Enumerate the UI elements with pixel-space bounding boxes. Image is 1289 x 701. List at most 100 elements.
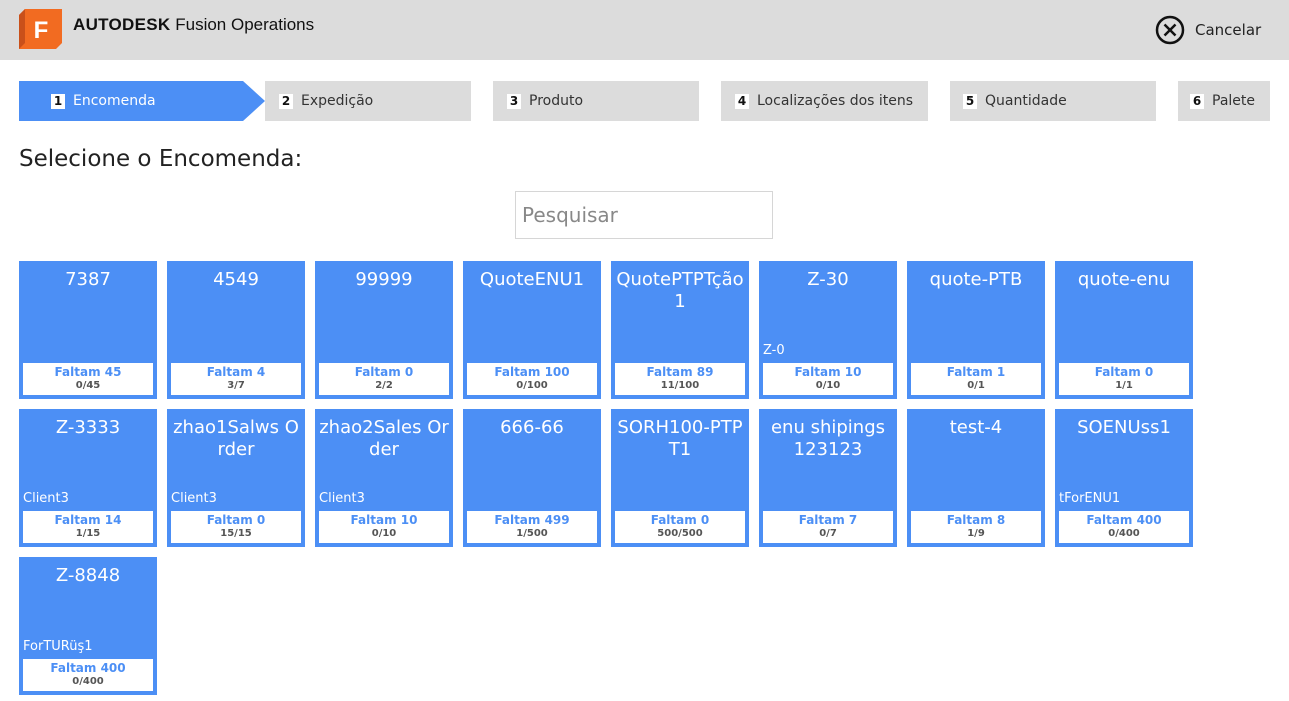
step-number: 1 [51, 93, 65, 109]
order-progress-box: Faltam 10 0/10 [319, 511, 449, 543]
order-count: 11/100 [660, 380, 700, 391]
order-progress-box: Faltam 499 1/500 [467, 511, 597, 543]
order-progress-box: Faltam 14 1/15 [23, 511, 153, 543]
order-tile[interactable]: 4549 Faltam 4 3/7 [167, 261, 305, 399]
order-tile[interactable]: quote-PTB Faltam 1 0/1 [907, 261, 1045, 399]
order-count: 1/9 [967, 528, 985, 539]
search-input[interactable] [515, 191, 773, 239]
order-progress-box: Faltam 10 0/10 [763, 363, 893, 395]
order-tile[interactable]: zhao2Sales Order Client3 Faltam 10 0/10 [315, 409, 453, 547]
order-remaining: Faltam 8 [946, 513, 1006, 527]
order-progress-box: Faltam 7 0/7 [763, 511, 893, 543]
step-label: Encomenda [73, 93, 156, 109]
order-tile[interactable]: 99999 Faltam 0 2/2 [315, 261, 453, 399]
order-name: 99999 [355, 269, 413, 290]
order-client: Z-0 [763, 343, 785, 358]
cancel-button[interactable]: Cancelar [1155, 15, 1261, 45]
step-arrow [243, 81, 265, 121]
order-remaining: Faltam 89 [646, 365, 714, 379]
order-progress-box: Faltam 4 3/7 [171, 363, 301, 395]
order-remaining: Faltam 7 [798, 513, 858, 527]
order-name: quote-PTB [929, 269, 1023, 290]
order-count: 1/500 [516, 528, 548, 539]
step-number: 5 [963, 93, 977, 109]
order-count: 0/45 [75, 380, 101, 391]
order-name: Z-30 [807, 269, 849, 290]
order-count: 3/7 [227, 380, 245, 391]
order-count: 1/1 [1115, 380, 1133, 391]
order-count: 0/100 [516, 380, 548, 391]
logo-letter: F [34, 17, 49, 44]
order-name: quote-enu [1077, 269, 1171, 290]
step-label: Quantidade [985, 93, 1067, 109]
order-tile[interactable]: QuoteENU1 Faltam 100 0/100 [463, 261, 601, 399]
order-remaining: Faltam 0 [1094, 365, 1154, 379]
fusion-logo-icon: F [19, 9, 62, 49]
order-count: 1/15 [75, 528, 101, 539]
order-tile[interactable]: enu shipings 123123 Faltam 7 0/7 [759, 409, 897, 547]
order-remaining: Faltam 10 [350, 513, 418, 527]
step-number: 6 [1190, 93, 1204, 109]
order-tile[interactable]: SOENUss1 tForENU1 Faltam 400 0/400 [1055, 409, 1193, 547]
order-name: 666-66 [500, 417, 564, 438]
order-progress-box: Faltam 89 11/100 [615, 363, 745, 395]
order-count: 0/400 [1108, 528, 1140, 539]
order-tile[interactable]: SORH100-PTPT1 Faltam 0 500/500 [611, 409, 749, 547]
top-bar: F AUTODESK Fusion Operations Cancelar [0, 0, 1289, 60]
order-remaining: Faltam 0 [206, 513, 266, 527]
step-quantidade[interactable]: 5 Quantidade [950, 81, 1156, 121]
order-name: zhao2Sales Order [319, 417, 449, 460]
order-tile[interactable]: zhao1Salws Order Client3 Faltam 0 15/15 [167, 409, 305, 547]
step-palete[interactable]: 6 Palete [1178, 81, 1270, 121]
order-count: 0/1 [967, 380, 985, 391]
order-tile[interactable]: Z-8848 ForTURüş1 Faltam 400 0/400 [19, 557, 157, 695]
step-produto[interactable]: 3 Produto [493, 81, 699, 121]
step-arrow [1156, 81, 1178, 121]
order-count: 500/500 [657, 528, 703, 539]
order-remaining: Faltam 400 [1086, 513, 1162, 527]
step-label: Produto [529, 93, 584, 109]
order-tile[interactable]: 666-66 Faltam 499 1/500 [463, 409, 601, 547]
order-count: 2/2 [375, 380, 393, 391]
step-arrow [928, 81, 950, 121]
order-remaining: Faltam 499 [494, 513, 570, 527]
step-localizacoes[interactable]: 4 Localizações dos itens [721, 81, 928, 121]
order-progress-box: Faltam 0 500/500 [615, 511, 745, 543]
order-tile[interactable]: QuotePTPTção1 Faltam 89 11/100 [611, 261, 749, 399]
order-name: test-4 [949, 417, 1003, 438]
order-progress-box: Faltam 400 0/400 [23, 659, 153, 691]
order-client: tForENU1 [1059, 491, 1121, 506]
step-encomenda[interactable]: 1 Encomenda [19, 81, 243, 121]
order-count: 0/400 [72, 676, 104, 687]
order-progress-box: Faltam 400 0/400 [1059, 511, 1189, 543]
step-label: Localizações dos itens [757, 93, 914, 109]
cancel-label: Cancelar [1195, 21, 1262, 39]
order-count: 15/15 [220, 528, 252, 539]
order-progress-box: Faltam 8 1/9 [911, 511, 1041, 543]
order-tile[interactable]: Z-3333 Client3 Faltam 14 1/15 [19, 409, 157, 547]
step-label: Expedição [301, 93, 374, 109]
order-remaining: Faltam 10 [794, 365, 862, 379]
step-number: 3 [507, 93, 521, 109]
order-name: enu shipings 123123 [770, 417, 886, 460]
step-expedicao[interactable]: 2 Expedição [265, 81, 471, 121]
order-remaining: Faltam 0 [650, 513, 710, 527]
order-client: Client3 [171, 491, 217, 506]
order-progress-box: Faltam 0 15/15 [171, 511, 301, 543]
order-name: SOENUss1 [1077, 417, 1171, 438]
order-name: 7387 [65, 269, 111, 290]
order-client: ForTURüş1 [23, 639, 93, 654]
order-client: Client3 [319, 491, 365, 506]
step-number: 4 [735, 93, 749, 109]
order-tile[interactable]: test-4 Faltam 8 1/9 [907, 409, 1045, 547]
order-tile[interactable]: 7387 Faltam 45 0/45 [19, 261, 157, 399]
order-name: SORH100-PTPT1 [617, 417, 743, 460]
order-remaining: Faltam 100 [494, 365, 570, 379]
order-remaining: Faltam 45 [54, 365, 122, 379]
order-name: QuotePTPTção1 [616, 269, 744, 312]
wizard-steps: 1 Encomenda 2 Expedição 3 Produto 4 Loca… [19, 81, 1270, 121]
order-count: 0/10 [371, 528, 397, 539]
order-tile[interactable]: Z-30 Z-0 Faltam 10 0/10 [759, 261, 897, 399]
page-title: Selecione o Encomenda: [19, 146, 303, 172]
order-tile[interactable]: quote-enu Faltam 0 1/1 [1055, 261, 1193, 399]
